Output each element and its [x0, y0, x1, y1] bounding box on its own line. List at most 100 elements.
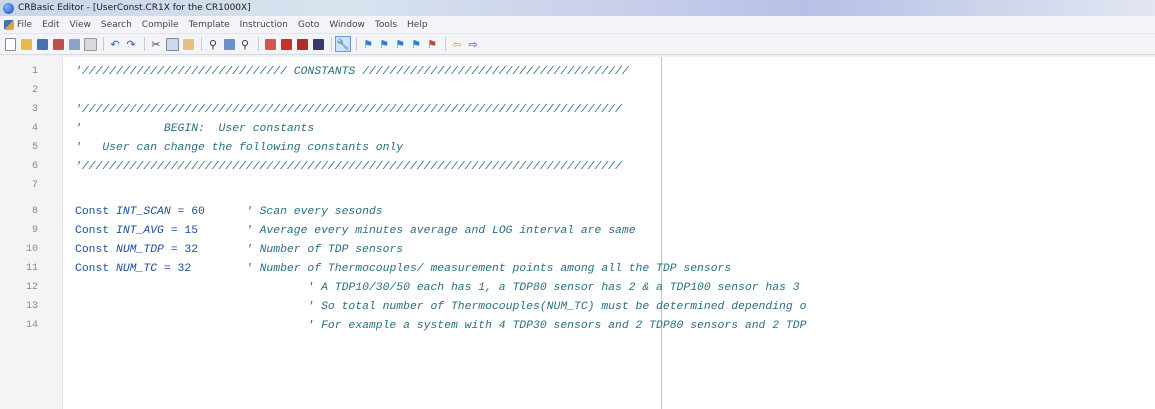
line-number: 13	[25, 301, 38, 312]
print-preview-icon[interactable]	[83, 37, 97, 51]
compile-save-icon[interactable]	[279, 37, 293, 51]
code-line[interactable]: 10 Const NUM_TDP = 32 ' Number of TDP se…	[0, 240, 1155, 259]
inline-comment: ' Scan every sesonds	[204, 205, 383, 218]
menu-compile[interactable]: Compile	[142, 20, 179, 30]
code-line[interactable]: 14 ' For example a system with 4 TDP30 s…	[0, 316, 1155, 335]
find-icon[interactable]: ⚲	[206, 37, 220, 51]
constant-value: = 32	[163, 243, 199, 256]
line-text: ' BEGIN: User constants	[75, 122, 315, 135]
code-line[interactable]: 4 ' BEGIN: User constants	[0, 119, 1155, 138]
block-icon[interactable]	[311, 37, 325, 51]
cut-icon[interactable]: ✂	[149, 37, 163, 51]
copy-icon[interactable]	[165, 37, 179, 51]
line-number: 8	[31, 206, 38, 217]
menu-help[interactable]: Help	[407, 20, 428, 30]
menu-search[interactable]: Search	[101, 20, 132, 30]
bookmark-next-icon[interactable]: ⚑	[377, 37, 391, 51]
line-number: 14	[25, 320, 38, 331]
save-icon[interactable]	[35, 37, 49, 51]
open-file-icon[interactable]	[19, 37, 33, 51]
toolbar-separator	[331, 37, 332, 51]
toolbar-separator	[144, 37, 145, 51]
forward-arrow-icon[interactable]: ⇨	[466, 37, 480, 51]
line-text: Const INT_SCAN = 60 ' Scan every sesonds	[75, 206, 383, 218]
constant-value: = 15	[163, 224, 199, 237]
bookmark-toggle-icon[interactable]: ⚑	[361, 37, 375, 51]
wrench-icon[interactable]: 🔧	[335, 36, 351, 52]
line-text: ' For example a system with 4 TDP30 sens…	[75, 319, 807, 332]
code-line[interactable]: 6 '/////////////////////////////////////…	[0, 157, 1155, 176]
code-line[interactable]: 13 ' So total number of Thermocouples(NU…	[0, 297, 1155, 316]
crbasic-editor-window: CRBasic Editor - [UserConst.CR1X for the…	[0, 0, 1155, 409]
line-number: 10	[25, 244, 38, 255]
toolbar-separator	[103, 37, 104, 51]
constant-name: NUM_TC	[116, 262, 158, 275]
line-number: 3	[31, 104, 38, 115]
line-text: ' A TDP10/30/50 each has 1, a TDP80 sens…	[75, 281, 800, 294]
menu-window[interactable]: Window	[329, 20, 365, 30]
menu-goto[interactable]: Goto	[298, 20, 320, 30]
code-line[interactable]: 3 '/////////////////////////////////////…	[0, 100, 1155, 119]
title-bar: CRBasic Editor - [UserConst.CR1X for the…	[0, 0, 1155, 16]
toolbar-separator	[258, 37, 259, 51]
inline-comment: ' Number of Thermocouples/ measurement p…	[191, 262, 732, 275]
code-line[interactable]: 9 Const INT_AVG = 15 ' Average every min…	[0, 221, 1155, 240]
bookmark-clear-icon[interactable]: ⚑	[409, 37, 423, 51]
constant-name: NUM_TDP	[116, 243, 164, 256]
code-line[interactable]: 8 Const INT_SCAN = 60 ' Scan every seson…	[0, 202, 1155, 221]
line-text: Const NUM_TDP = 32 ' Number of TDP senso…	[75, 244, 403, 256]
menu-template[interactable]: Template	[189, 20, 230, 30]
line-number: 12	[25, 282, 38, 293]
print-icon[interactable]	[67, 37, 81, 51]
keyword-const: Const	[75, 262, 117, 275]
menu-instruction[interactable]: Instruction	[240, 20, 288, 30]
code-line[interactable]: 2	[0, 81, 1155, 100]
keyword-const: Const	[75, 243, 117, 256]
menu-bar: File Edit View Search Compile Template I…	[0, 16, 1155, 34]
line-number: 2	[31, 85, 38, 96]
menu-edit[interactable]: Edit	[42, 20, 59, 30]
find-next-icon[interactable]: ⚲	[238, 37, 252, 51]
redo-icon[interactable]: ↷	[124, 37, 138, 51]
paste-icon[interactable]	[181, 37, 195, 51]
menu-file[interactable]: File	[17, 20, 32, 30]
line-text: ' User can change the following constant…	[75, 141, 404, 154]
bookmark-prev-icon[interactable]: ⚑	[393, 37, 407, 51]
send-icon[interactable]	[295, 37, 309, 51]
undo-icon[interactable]: ↶	[108, 37, 122, 51]
bookmark-list-icon[interactable]: ⚑	[425, 37, 439, 51]
keyword-const: Const	[75, 224, 117, 237]
code-line[interactable]: 12 ' A TDP10/30/50 each has 1, a TDP80 s…	[0, 278, 1155, 297]
code-editor[interactable]: 1 '////////////////////////////// CONSTA…	[0, 57, 1155, 409]
constant-name: INT_SCAN	[116, 205, 171, 218]
constant-value: = 32	[157, 262, 192, 275]
line-number: 4	[31, 123, 38, 134]
back-arrow-icon[interactable]: ⇦	[450, 37, 464, 51]
code-line[interactable]: 1 '////////////////////////////// CONSTA…	[0, 62, 1155, 81]
line-text: '///////////////////////////////////////…	[75, 160, 622, 173]
code-line[interactable]: 5 ' User can change the following consta…	[0, 138, 1155, 157]
save-all-icon[interactable]	[51, 37, 65, 51]
menu-view[interactable]: View	[70, 20, 91, 30]
constant-value: = 60	[170, 205, 205, 218]
toolbar-separator	[201, 37, 202, 51]
compile-icon[interactable]	[263, 37, 277, 51]
line-number: 6	[31, 161, 38, 172]
inline-comment: ' Average every minutes average and LOG …	[198, 224, 636, 237]
toolbar: ↶ ↷ ✂ ⚲ ⚲ 🔧 ⚑ ⚑ ⚑ ⚑ ⚑ ⇦ ⇨	[0, 34, 1155, 55]
document-menu-icon[interactable]	[4, 19, 14, 30]
line-number: 5	[31, 142, 38, 153]
line-text: Const NUM_TC = 32 ' Number of Thermocoup…	[75, 263, 731, 275]
line-text: ' So total number of Thermocouples(NUM_T…	[75, 300, 807, 313]
line-text: Const INT_AVG = 15 ' Average every minut…	[75, 225, 636, 237]
inline-comment: ' Number of TDP sensors	[198, 243, 404, 256]
code-line[interactable]: 7	[0, 176, 1155, 195]
code-line[interactable]: 11 Const NUM_TC = 32 ' Number of Thermoc…	[0, 259, 1155, 278]
keyword-const: Const	[75, 205, 117, 218]
line-number: 1	[31, 66, 38, 77]
constant-name: INT_AVG	[116, 224, 164, 237]
menu-tools[interactable]: Tools	[375, 20, 397, 30]
app-logo-icon	[3, 2, 14, 14]
replace-icon[interactable]	[222, 37, 236, 51]
new-file-icon[interactable]	[3, 37, 17, 51]
